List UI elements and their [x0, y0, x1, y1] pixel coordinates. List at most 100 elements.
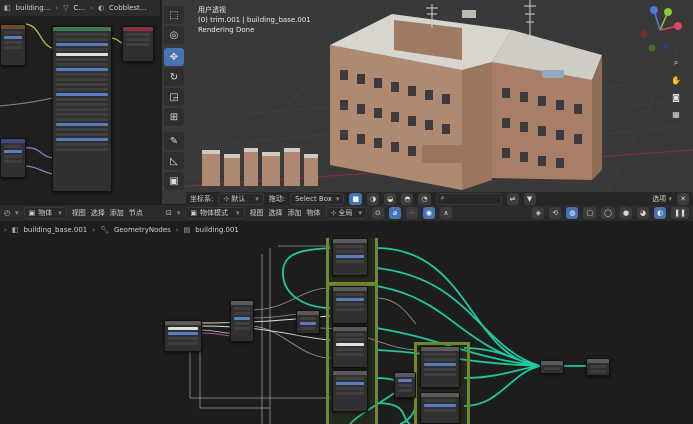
xray-icon[interactable]: ▢ — [583, 207, 597, 219]
menu-view[interactable]: 视图 — [72, 208, 86, 218]
menu-select[interactable]: 选择 — [269, 208, 283, 218]
object-data-icon: ◧ — [4, 4, 11, 12]
interaction-mode-value: 物体模式 — [200, 209, 229, 217]
camera-icon[interactable]: ◙ — [669, 90, 683, 104]
select-subtract-icon[interactable]: ◒ — [384, 192, 397, 205]
proportional-edit-icon[interactable]: ◉ — [422, 207, 436, 219]
transform-node[interactable] — [296, 310, 320, 334]
select-cursor-icon[interactable]: ⬚ — [164, 6, 184, 24]
overlay-icon[interactable]: ◍ — [566, 207, 579, 219]
chevron-right-icon: › — [175, 226, 179, 234]
frame-node-mid-2[interactable] — [332, 326, 368, 368]
breadcrumb-material[interactable]: C... — [74, 4, 86, 12]
editor-type-icon[interactable]: ◴ — [4, 209, 10, 217]
measure-tool-icon[interactable]: ◺ — [164, 152, 184, 170]
orientation-icon: ⊹ — [330, 209, 337, 217]
principled-bsdf-node[interactable] — [52, 26, 112, 192]
group-input-node[interactable] — [164, 320, 202, 352]
pan-hand-icon[interactable]: ✋ — [669, 73, 683, 87]
shading-rendered-icon[interactable]: ◐ — [654, 207, 667, 219]
menu-select[interactable]: 选择 — [91, 208, 105, 218]
chevron-down-icon: ▾ — [255, 194, 259, 203]
transform-tool-icon[interactable]: ⊞ — [164, 108, 184, 126]
navigation-gizmo[interactable] — [634, 4, 686, 56]
breadcrumb-building-base[interactable]: building_base.001 — [23, 226, 87, 234]
menu-add[interactable]: 添加 — [288, 208, 302, 218]
texture-node-left-lower[interactable] — [0, 138, 26, 178]
snap-icon[interactable]: ⌀ — [388, 207, 401, 219]
grid-view-icon[interactable]: ▦ — [669, 107, 683, 121]
cursor-3d-icon[interactable]: ◎ — [164, 26, 184, 44]
rotate-tool-icon[interactable]: ↻ — [164, 68, 184, 86]
chevron-right-icon: › — [55, 4, 59, 12]
wrench-icon: 🔧︎ — [100, 226, 109, 234]
close-x-icon[interactable]: ✕ — [677, 192, 689, 205]
gizmo-icon[interactable]: ⟲ — [549, 207, 562, 219]
shading-solid-icon[interactable]: ● — [619, 207, 633, 219]
falloff-icon[interactable]: ∧ — [440, 207, 453, 219]
breadcrumb-cobblestone[interactable]: Cobblest... — [109, 4, 146, 12]
axes-icon: ⊹ — [223, 194, 230, 203]
geometry-node-canvas[interactable] — [0, 238, 693, 424]
drag-mode-dropdown[interactable]: Select Box ▾ — [290, 192, 345, 205]
coordinate-system-value: 默认 — [231, 194, 246, 203]
frame-node-mid-3[interactable] — [332, 370, 368, 412]
select-extend-icon[interactable]: ◑ — [367, 192, 380, 205]
chevron-down-icon: ▾ — [335, 194, 340, 203]
shading-material-icon[interactable]: ◕ — [637, 207, 650, 219]
frame-node-right-1[interactable] — [420, 346, 460, 388]
viewport-tool-settings: 坐标系: ⊹ 默认 ▾ 拖动: Select Box ▾ ■ ◑ ◒ ◓ ◔ ⌕… — [186, 192, 693, 205]
chevron-down-icon: ▾ — [358, 209, 362, 217]
menu-view[interactable]: 视图 — [250, 208, 264, 218]
texture-node-left[interactable] — [0, 24, 26, 66]
group-output-node[interactable] — [586, 358, 610, 376]
select-intersect-icon[interactable]: ◔ — [418, 192, 431, 205]
filter-icon[interactable]: ▼ — [523, 192, 536, 205]
zoom-icon[interactable]: ⌕ — [669, 56, 683, 70]
select-invert-icon[interactable]: ◓ — [401, 192, 414, 205]
join-geometry-node[interactable] — [540, 360, 564, 374]
move-tool-icon[interactable]: ✥ — [164, 48, 184, 66]
chevron-down-icon: ▾ — [176, 209, 181, 217]
shading-wire-icon[interactable]: ◯ — [601, 207, 615, 219]
active-object-label: (0) trim.001 | building_base.001 — [198, 16, 311, 24]
menu-object[interactable]: 物体 — [307, 208, 321, 218]
object-info-node[interactable] — [230, 300, 254, 342]
transform-orientation-value: 全局 — [338, 209, 353, 217]
scale-tool-icon[interactable]: ◲ — [164, 88, 184, 106]
coordinate-system-dropdown[interactable]: ⊹ 默认 ▾ — [218, 192, 264, 205]
visibility-icon[interactable]: ◈ — [532, 207, 545, 219]
realize-instances-node[interactable] — [394, 372, 416, 398]
object-data-icon: ◧ — [11, 226, 19, 234]
chevron-down-icon: ▾ — [236, 209, 240, 217]
pause-icon[interactable]: ❚❚ — [671, 207, 689, 219]
add-cube-icon[interactable]: ▣ — [164, 172, 184, 190]
snap-target-icon[interactable]: ⁘ — [405, 207, 418, 219]
object-dropdown[interactable]: ▣ 物体 ▾ — [23, 207, 67, 219]
editor-type-icon[interactable]: ⊡ — [166, 209, 172, 217]
shader-node-canvas[interactable] — [0, 16, 160, 204]
menu-add[interactable]: 添加 — [110, 208, 124, 218]
transform-orientation-dropdown[interactable]: ⊹ 全局 ▾ — [325, 207, 367, 219]
annotate-tool-icon[interactable]: ✎ — [164, 132, 184, 150]
frame-node-right-2[interactable] — [420, 392, 460, 424]
chevron-down-icon: ▾ — [668, 194, 672, 203]
geometry-nodes-breadcrumbs: › ◧ building_base.001 › 🔧︎ GeometryNodes… — [0, 222, 693, 238]
breadcrumb-geometry-nodes[interactable]: GeometryNodes — [114, 226, 171, 234]
material-icon: ▽ — [63, 4, 69, 12]
menu-node[interactable]: 节点 — [129, 208, 143, 218]
pivot-point-icon[interactable]: ⊙ — [371, 207, 384, 219]
viewport-3d[interactable]: 用户透视 (0) trim.001 | building_base.001 Re… — [162, 0, 693, 204]
options-menu[interactable]: 选项 ▾ — [652, 194, 672, 204]
viewport-search-input[interactable]: ⌕ — [435, 192, 502, 205]
breadcrumb-building[interactable]: building... — [16, 4, 51, 12]
material-output-node[interactable] — [122, 26, 154, 62]
frame-node-mid-1[interactable] — [332, 286, 368, 324]
interaction-mode-dropdown[interactable]: ▣ 物体模式 ▾ — [185, 207, 245, 219]
pivot-icon[interactable]: ⇌ — [506, 192, 519, 205]
breadcrumb-building-node-tree[interactable]: building.001 — [195, 226, 239, 234]
select-new-icon[interactable]: ■ — [349, 192, 363, 205]
chevron-right-icon: › — [92, 226, 96, 234]
chevron-right-icon: › — [90, 4, 93, 12]
frame-node-top-1[interactable] — [332, 238, 368, 276]
